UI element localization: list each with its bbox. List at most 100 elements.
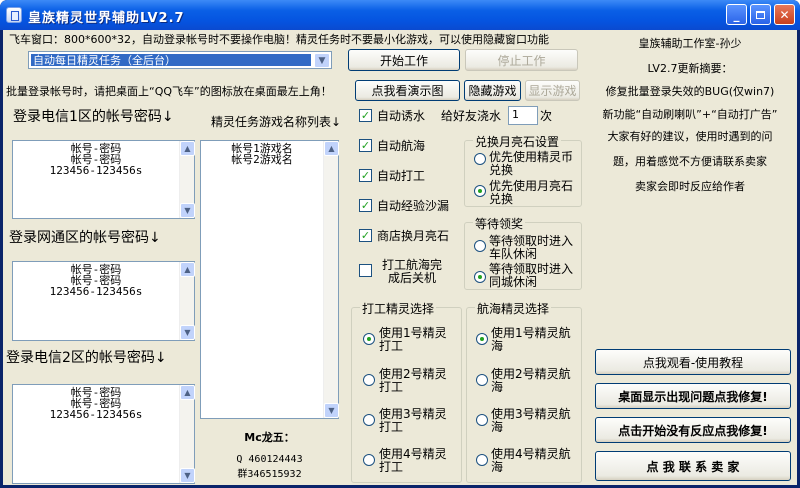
- work-spirit4-label: 使用4号精灵打工: [379, 447, 447, 474]
- exchange-group-title: 兑换月亮石设置: [473, 133, 562, 150]
- scroll-up-icon[interactable]: ▲: [324, 141, 339, 156]
- batch-login-text: 批量登录帐号时，请把桌面上“QQ飞车”的图标放在桌面最左上角！: [6, 85, 332, 98]
- friend-water-label: 给好友浇水: [441, 109, 502, 123]
- work-spirit2-radio[interactable]: [363, 374, 375, 386]
- spirit-names-textarea[interactable]: 帐号1游戏名 帐号2游戏名 ▲ ▼: [200, 140, 339, 419]
- area1-accounts-textarea[interactable]: 帐号-密码 帐号-密码 123456-123456s ▲ ▼: [12, 140, 195, 219]
- auto-lure-label: 自动诱水: [377, 109, 426, 123]
- wait-opt1-label: 等待领取时进入车队休闲: [489, 234, 574, 261]
- sail-spirit1-label: 使用1号精灵航海: [491, 326, 571, 353]
- friend-water-input[interactable]: 1: [508, 106, 538, 125]
- area2-accounts-textarea[interactable]: 帐号-密码 帐号-密码 123456-123456s ▲ ▼: [12, 261, 195, 341]
- list-item: 帐号2游戏名: [231, 153, 293, 166]
- show-game-button[interactable]: 显示游戏: [525, 80, 580, 101]
- list-item: 123456-123456s: [49, 164, 143, 177]
- sail-spirit4-radio[interactable]: [476, 454, 488, 466]
- title-bar[interactable]: 皇族精灵世界辅助LV2.7 _ ✕: [0, 0, 800, 30]
- desktop-fix-button[interactable]: 桌面显示出现问题点我修复!: [595, 383, 791, 409]
- task-mode-select[interactable]: 自动每日精灵任务（全后台） ▼: [28, 51, 332, 69]
- minimize-button[interactable]: _: [726, 4, 747, 25]
- auto-sail-checkbox[interactable]: ✓: [359, 139, 372, 152]
- scroll-up-icon[interactable]: ▲: [180, 262, 195, 277]
- area1-title: 登录电信1区的帐号密码↓: [13, 109, 174, 125]
- auto-work-checkbox[interactable]: ✓: [359, 169, 372, 182]
- studio-name: 皇族辅助工作室-孙少: [638, 37, 742, 50]
- scroll-up-icon[interactable]: ▲: [180, 141, 195, 156]
- app-window: 皇族精灵世界辅助LV2.7 _ ✕ 飞车窗口：800*600*32，自动登录帐号…: [0, 0, 800, 488]
- sail-group-title: 航海精灵选择: [475, 300, 552, 317]
- auto-sail-label: 自动航海: [377, 139, 426, 153]
- work-spirit3-radio[interactable]: [363, 414, 375, 426]
- scroll-down-icon[interactable]: ▼: [324, 403, 339, 418]
- auto-exp-checkbox[interactable]: ✓: [359, 199, 372, 212]
- scrollbar[interactable]: ▲ ▼: [179, 385, 195, 483]
- shop-moon-checkbox[interactable]: ✓: [359, 229, 372, 242]
- maximize-button[interactable]: [750, 4, 771, 25]
- wait-opt1-radio[interactable]: [474, 240, 486, 252]
- demo-button[interactable]: 点我看演示图: [355, 80, 460, 101]
- author-label: Mc龙五：: [244, 431, 295, 444]
- scrollbar[interactable]: ▲ ▼: [323, 141, 339, 418]
- close-icon: ✕: [779, 7, 790, 22]
- feedback-line1: 大家有好的建议，使用时遇到的问: [607, 130, 773, 143]
- stop-button[interactable]: 停止工作: [465, 49, 578, 71]
- work-group-title: 打工精灵选择: [360, 300, 437, 317]
- exchange-opt2-label: 优先使用月亮石兑换: [489, 179, 574, 206]
- sail-spirit1-radio[interactable]: [476, 333, 488, 345]
- sail-spirit4-label: 使用4号精灵航海: [491, 447, 571, 474]
- shutdown-label: 打工航海完成后关机: [381, 258, 442, 285]
- update-title: LV2.7更新摘要：: [647, 62, 733, 75]
- feedback-line3: 卖家会即时反应给作者: [635, 180, 745, 193]
- area2-title: 登录网通区的帐号密码↓: [9, 230, 161, 246]
- wait-group: 等待领奖 等待领取时进入车队休闲 等待领取时进入同城休闲: [464, 215, 582, 290]
- wait-opt2-radio[interactable]: [474, 271, 486, 283]
- sail-spirit3-radio[interactable]: [476, 414, 488, 426]
- work-spirit-group: 打工精灵选择 使用1号精灵打工 使用2号精灵打工 使用3号精灵打工 使用4号精灵…: [351, 300, 462, 483]
- start-fix-button[interactable]: 点击开始没有反应点我修复!: [595, 417, 791, 443]
- feedback-line2: 题，用着感觉不方便请联系卖家: [613, 155, 767, 168]
- exchange-opt2-radio[interactable]: [474, 185, 486, 197]
- work-spirit2-label: 使用2号精灵打工: [379, 367, 447, 394]
- work-spirit1-radio[interactable]: [363, 333, 375, 345]
- sail-spirit-group: 航海精灵选择 使用1号精灵航海 使用2号精灵航海 使用3号精灵航海 使用4号精灵…: [466, 300, 582, 483]
- shutdown-checkbox[interactable]: [359, 264, 372, 277]
- exchange-group: 兑换月亮石设置 优先使用精灵币兑换 优先使用月亮石兑换: [464, 133, 582, 207]
- sail-spirit2-radio[interactable]: [476, 374, 488, 386]
- scrollbar[interactable]: ▲ ▼: [179, 262, 195, 340]
- contact-seller-button[interactable]: 点 我 联 系 卖 家: [595, 451, 791, 481]
- app-icon: [6, 7, 22, 23]
- spirit-list-title: 精灵任务游戏名称列表↓: [211, 115, 342, 129]
- scroll-down-icon[interactable]: ▼: [180, 203, 195, 218]
- shop-moon-label: 商店换月亮石: [377, 229, 450, 243]
- close-button[interactable]: ✕: [774, 4, 795, 25]
- area3-title: 登录电信2区的帐号密码↓: [6, 350, 167, 366]
- work-spirit3-label: 使用3号精灵打工: [379, 407, 447, 434]
- notice-text: 飞车窗口：800*600*32，自动登录帐号时不要操作电脑！精灵任务时不要最小化…: [9, 33, 549, 46]
- task-mode-value: 自动每日精灵任务（全后台）: [31, 54, 311, 67]
- scroll-up-icon[interactable]: ▲: [180, 385, 195, 400]
- start-button[interactable]: 开始工作: [348, 49, 460, 71]
- auto-exp-label: 自动经验沙漏: [377, 199, 450, 213]
- hide-game-button[interactable]: 隐藏游戏: [464, 80, 521, 101]
- exchange-opt1-radio[interactable]: [474, 153, 486, 165]
- work-spirit4-radio[interactable]: [363, 454, 375, 466]
- work-spirit1-label: 使用1号精灵打工: [379, 326, 447, 353]
- friend-water-unit: 次: [540, 109, 553, 123]
- wait-opt2-label: 等待领取时进入同城休闲: [489, 262, 574, 289]
- wait-group-title: 等待领奖: [473, 215, 526, 232]
- scrollbar[interactable]: ▲ ▼: [179, 141, 195, 218]
- list-item: 123456-123456s: [49, 285, 143, 298]
- maximize-icon: [756, 10, 765, 19]
- scroll-down-icon[interactable]: ▼: [180, 325, 195, 340]
- author-qq: Q 460124443: [236, 454, 303, 465]
- client-area: 飞车窗口：800*600*32，自动登录帐号时不要操作电脑！精灵任务时不要最小化…: [3, 30, 797, 485]
- exchange-opt1-label: 优先使用精灵币兑换: [489, 150, 574, 177]
- minimize-icon: _: [733, 7, 740, 22]
- area3-accounts-textarea[interactable]: 帐号-密码 帐号-密码 123456-123456s ▲ ▼: [12, 384, 195, 484]
- window-title: 皇族精灵世界辅助LV2.7: [28, 11, 185, 26]
- tutorial-button[interactable]: 点我观看-使用教程: [595, 349, 791, 375]
- update-fix: 修复批量登录失效的BUG(仅win7): [605, 85, 775, 98]
- auto-lure-checkbox[interactable]: ✓: [359, 109, 372, 122]
- scroll-down-icon[interactable]: ▼: [180, 468, 195, 483]
- list-item: 123456-123456s: [49, 408, 143, 421]
